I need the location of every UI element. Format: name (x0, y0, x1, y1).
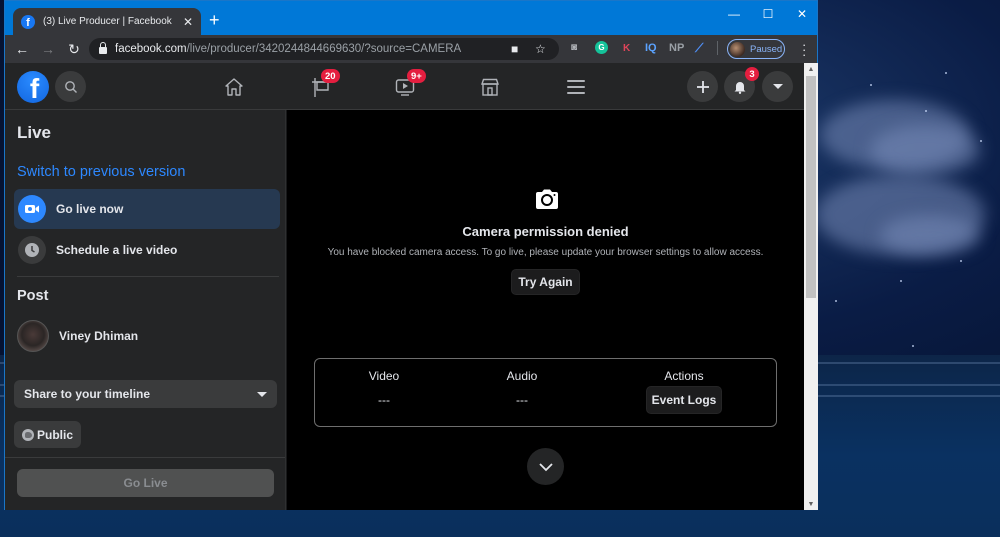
nav-watch[interactable]: 9+ (390, 69, 426, 101)
sidebar-divider (17, 276, 279, 277)
expand-button[interactable] (527, 448, 564, 485)
sidebar-item-label: Go live now (56, 202, 124, 216)
page-scrollbar[interactable]: ▲ ▼ (804, 63, 818, 510)
grammarly-extension-icon[interactable]: G (595, 41, 608, 54)
browser-tab[interactable]: f (3) Live Producer | Facebook ✕ (13, 8, 201, 35)
facebook-favicon-icon: f (21, 14, 35, 29)
caret-down-icon (772, 84, 783, 89)
close-window-button[interactable]: ✕ (785, 1, 819, 27)
audio-status-label: Audio (506, 369, 538, 383)
scrollbar-thumb[interactable] (806, 76, 816, 298)
nav-marketplace[interactable] (475, 73, 505, 101)
user-avatar (17, 320, 49, 352)
browser-window: f (3) Live Producer | Facebook ✕ + — ☐ ✕… (4, 0, 818, 510)
share-destination-select[interactable]: Share to your timeline (14, 380, 277, 408)
event-logs-button[interactable]: Event Logs (646, 386, 722, 414)
lock-icon (99, 42, 107, 54)
facebook-top-nav: f 20 9+ 3 (5, 63, 804, 110)
profile-button[interactable]: Paused (727, 39, 785, 59)
go-live-button[interactable]: Go Live (17, 469, 274, 497)
bookmark-star-icon[interactable]: ☆ (535, 42, 546, 56)
search-icon (64, 80, 77, 93)
forward-button[interactable]: → (35, 41, 61, 57)
error-title: Camera permission denied (462, 224, 629, 239)
nav-menu[interactable] (561, 73, 591, 101)
actions-label: Actions (664, 369, 704, 383)
scroll-up-icon[interactable]: ▲ (804, 63, 818, 75)
facebook-logo[interactable]: f (17, 71, 49, 103)
plus-icon (696, 80, 709, 93)
watch-badge: 9+ (407, 69, 426, 83)
profile-status: Paused (750, 43, 783, 55)
sidebar-item-go-live-now[interactable]: Go live now (14, 189, 280, 229)
feather-extension-icon[interactable]: ⟋ (695, 41, 703, 56)
bell-icon (734, 81, 745, 94)
privacy-label: Public (37, 427, 74, 442)
post-author[interactable]: Viney Dhiman (17, 320, 138, 352)
k-extension-icon[interactable]: K (623, 43, 630, 54)
sidebar-footer-divider (5, 457, 285, 458)
account-button[interactable] (762, 71, 793, 102)
reload-button[interactable]: ↻ (61, 41, 87, 58)
chevron-down-icon (538, 462, 553, 471)
minimize-button[interactable]: — (717, 1, 751, 27)
tab-title: (3) Live Producer | Facebook (43, 16, 172, 27)
sidebar-title: Live (17, 123, 52, 142)
video-camera-icon (18, 195, 46, 223)
profile-avatar (730, 41, 745, 57)
scroll-down-icon[interactable]: ▼ (804, 498, 818, 510)
sidebar-item-label: Schedule a live video (56, 243, 178, 257)
browser-menu-icon[interactable]: · · · (802, 38, 806, 61)
stream-status-panel: Video --- Audio --- Actions Event Logs (314, 358, 777, 427)
live-preview-area: Camera permission denied You have blocke… (287, 110, 804, 510)
back-button[interactable]: ← (9, 41, 35, 57)
new-tab-button[interactable]: + (209, 11, 220, 29)
camera-blocked-icon[interactable]: ■ (511, 42, 518, 56)
share-destination-value: Share to your timeline (24, 387, 151, 401)
np-extension-icon[interactable]: NP (669, 42, 684, 54)
camera-extension-icon[interactable]: ◙ (571, 42, 577, 53)
marketplace-store-icon (481, 78, 499, 96)
pages-badge: 20 (321, 69, 340, 83)
camera-icon (536, 189, 558, 209)
url-host: facebook.com (115, 43, 187, 55)
user-name: Viney Dhiman (59, 329, 139, 343)
facebook-page: f 20 9+ 3 Live Switch to previous versio… (5, 63, 804, 510)
video-status-label: Video (368, 369, 400, 383)
iq-extension-icon[interactable]: IQ (645, 42, 657, 54)
address-bar[interactable]: facebook.com /live/producer/342024484466… (89, 38, 559, 60)
post-section-title: Post (17, 288, 49, 304)
url-path: /live/producer/3420244844669630/?source=… (186, 43, 462, 55)
dropdown-caret-icon (257, 391, 267, 397)
nav-home[interactable] (219, 73, 249, 101)
switch-previous-version-link[interactable]: Switch to previous version (17, 164, 185, 180)
sidebar-item-schedule-live[interactable]: Schedule a live video (14, 230, 280, 270)
notifications-badge: 3 (745, 67, 759, 81)
search-button[interactable] (55, 71, 86, 102)
create-button[interactable] (687, 71, 718, 102)
title-bar: f (3) Live Producer | Facebook ✕ + — ☐ ✕ (5, 1, 817, 35)
privacy-button[interactable]: Public (14, 421, 82, 448)
notifications-button[interactable]: 3 (724, 67, 759, 102)
clock-icon (18, 236, 46, 264)
home-icon (225, 78, 243, 96)
error-message: You have blocked camera access. To go li… (327, 247, 764, 258)
globe-icon (22, 428, 34, 441)
nav-pages[interactable]: 20 (306, 69, 340, 101)
toolbar-divider (717, 41, 718, 55)
tab-close-icon[interactable]: ✕ (183, 15, 193, 29)
hamburger-menu-icon (567, 80, 585, 94)
live-sidebar: Live Switch to previous version Go live … (5, 110, 286, 510)
video-status-value: --- (378, 393, 390, 407)
try-again-button[interactable]: Try Again (511, 269, 580, 295)
maximize-button[interactable]: ☐ (751, 1, 785, 27)
audio-status-value: --- (516, 393, 528, 407)
